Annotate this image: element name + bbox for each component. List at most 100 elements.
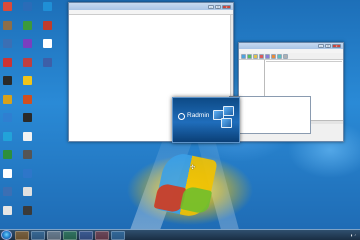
network-icon[interactable]: ▮ — [351, 234, 352, 237]
desktop-shortcut-icon[interactable] — [2, 187, 13, 204]
volume-icon[interactable]: ♪ — [354, 234, 356, 237]
shortcut-image-icon — [23, 94, 32, 104]
taskbar-app-icon[interactable] — [15, 230, 29, 240]
shortcut-image-icon — [3, 57, 12, 67]
monitor-icon — [223, 106, 234, 116]
desktop-shortcut-icon[interactable] — [2, 2, 13, 19]
settings-icon[interactable] — [283, 54, 288, 59]
desktop-shortcut-icon[interactable] — [2, 76, 13, 93]
shortcut-image-icon — [23, 187, 32, 196]
desktop-shortcut-icon[interactable] — [22, 57, 33, 75]
monitor-icon — [221, 118, 232, 128]
desktop-shortcut-icon[interactable] — [2, 94, 13, 112]
telnet-icon[interactable] — [259, 54, 264, 59]
taskbar-items — [15, 230, 125, 240]
radmin-logo-icon — [178, 113, 185, 120]
desktop-shortcut-icon[interactable] — [2, 39, 13, 56]
desktop-shortcut-icon[interactable] — [22, 20, 33, 38]
shortcut-image-icon — [23, 57, 32, 67]
shortcut-image-icon — [3, 187, 12, 196]
shortcut-image-icon — [23, 39, 32, 48]
taskbar-app-icon[interactable] — [63, 230, 77, 240]
shortcut-label — [2, 215, 13, 219]
close-button[interactable]: × — [222, 4, 231, 9]
shortcut-label — [22, 196, 33, 200]
desktop-shortcut-icon[interactable] — [22, 168, 33, 186]
shortcut-image-icon — [43, 20, 52, 30]
shortcut-image-icon — [43, 2, 52, 11]
taskbar-app-icon[interactable] — [31, 230, 45, 240]
shortcut-label — [2, 11, 13, 15]
shortcut-label — [22, 11, 33, 15]
shortcut-image-icon — [23, 2, 32, 11]
splash-brand: Radmin — [187, 112, 210, 119]
desktop-shortcut-icon[interactable] — [22, 76, 33, 93]
shortcut-label — [2, 104, 13, 108]
desktop-shortcut-icon[interactable] — [2, 205, 13, 223]
view-only-icon[interactable] — [253, 54, 258, 59]
shortcut-image-icon — [3, 76, 12, 85]
desktop-shortcut-icon[interactable] — [42, 20, 53, 38]
taskbar-app-icon[interactable] — [47, 230, 61, 240]
shortcut-label — [2, 196, 13, 200]
shortcut-image-icon — [43, 57, 52, 67]
radmin-splash-screen: Radmin — [172, 97, 240, 143]
shortcut-label — [22, 67, 33, 71]
minimize-button[interactable]: – — [208, 4, 214, 9]
shortcut-image-icon — [23, 76, 32, 85]
list-header — [266, 61, 342, 62]
desktop-shortcut-icon[interactable] — [42, 39, 53, 56]
desktop-shortcut-icon[interactable] — [22, 113, 33, 130]
file-transfer-icon[interactable] — [265, 54, 270, 59]
desktop-shortcut-icon[interactable] — [2, 20, 13, 38]
maximize-button[interactable]: □ — [215, 4, 221, 9]
desktop-shortcut-icon[interactable] — [22, 150, 33, 167]
shortcut-label — [2, 67, 13, 71]
desktop-shortcut-icon[interactable] — [22, 205, 33, 223]
shortcut-image-icon — [3, 2, 12, 11]
shortcut-label — [22, 178, 33, 182]
connections-table[interactable] — [229, 96, 311, 134]
shortcut-label — [22, 48, 33, 52]
mouse-cursor-icon: ✣ — [190, 164, 196, 171]
connect-icon[interactable] — [241, 54, 246, 59]
radmin-toolbar — [239, 53, 343, 60]
shortcut-label — [2, 159, 13, 163]
shutdown-icon[interactable] — [271, 54, 276, 59]
minimize-button[interactable]: – — [318, 44, 324, 48]
shortcut-image-icon — [3, 113, 12, 122]
taskbar-app-icon[interactable] — [111, 230, 125, 240]
desktop-icons — [2, 2, 62, 227]
start-button[interactable] — [1, 230, 12, 240]
shortcut-image-icon — [23, 168, 32, 178]
maximize-button[interactable]: □ — [325, 44, 331, 48]
desktop-shortcut-icon[interactable] — [2, 131, 13, 149]
shortcut-image-icon — [23, 131, 32, 141]
desktop-shortcut-icon[interactable] — [22, 39, 33, 56]
desktop-shortcut-icon[interactable] — [22, 131, 33, 149]
shortcut-image-icon — [23, 150, 32, 159]
taskbar-app-icon[interactable] — [95, 230, 109, 240]
taskbar: ▮ ♪ — [0, 229, 360, 240]
shortcut-label — [22, 85, 33, 89]
shortcut-label — [2, 48, 13, 52]
taskbar-app-icon[interactable] — [79, 230, 93, 240]
shortcut-image-icon — [23, 113, 32, 122]
notepad-titlebar[interactable]: – □ × — [69, 3, 233, 10]
chat-icon[interactable] — [277, 54, 282, 59]
close-button[interactable]: × — [332, 44, 341, 48]
desktop-shortcut-icon[interactable] — [22, 94, 33, 112]
shortcut-image-icon — [3, 168, 12, 178]
desktop-shortcut-icon[interactable] — [42, 2, 53, 19]
desktop-shortcut-icon[interactable] — [22, 187, 33, 204]
desktop-shortcut-icon[interactable] — [22, 2, 33, 19]
shortcut-label — [2, 141, 13, 145]
shortcut-image-icon — [3, 131, 12, 141]
shortcut-label — [42, 67, 53, 71]
desktop-shortcut-icon[interactable] — [2, 113, 13, 130]
desktop-shortcut-icon[interactable] — [42, 57, 53, 75]
desktop-shortcut-icon[interactable] — [2, 57, 13, 75]
desktop-shortcut-icon[interactable] — [2, 168, 13, 186]
desktop-shortcut-icon[interactable] — [2, 150, 13, 167]
full-control-icon[interactable] — [247, 54, 252, 59]
